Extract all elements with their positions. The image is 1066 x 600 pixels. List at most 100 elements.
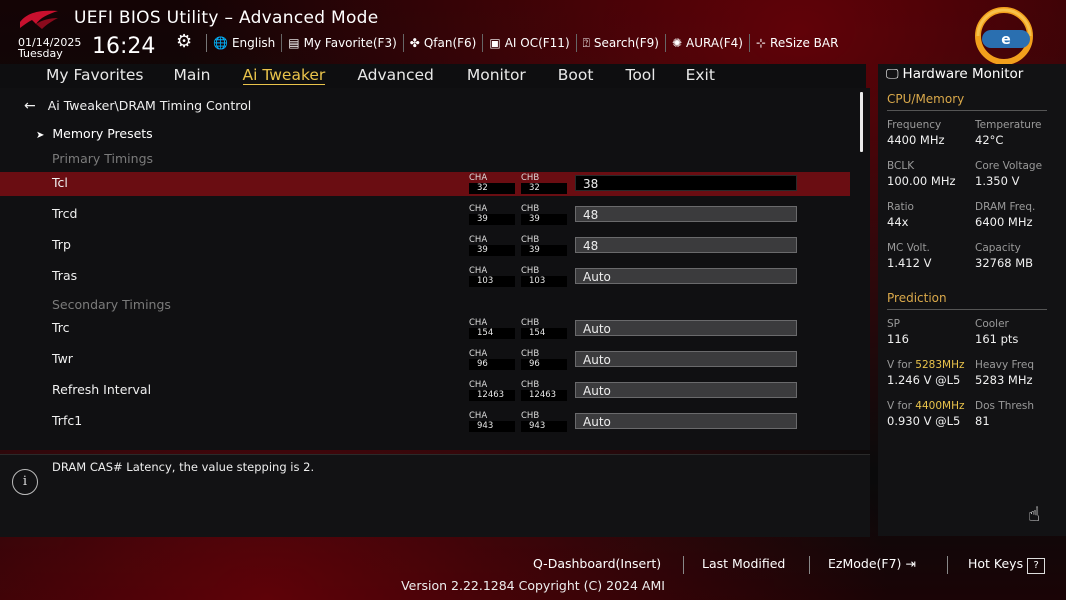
- toolbar-favorite-button[interactable]: ▤ My Favorite(F3): [281, 34, 402, 52]
- v-for-freq-value: 1.246 V @L5: [887, 373, 961, 387]
- timing-row-twr[interactable]: Twr CHA 96 CHB 96 Auto: [0, 348, 850, 372]
- toolbar-label: AI OC(F11): [504, 36, 570, 50]
- timing-value-input[interactable]: 48: [575, 237, 797, 253]
- hot-keys-button[interactable]: Hot Keys?: [968, 556, 1046, 574]
- clock: 16:24: [92, 34, 156, 59]
- date-display: 01/14/2025 Tuesday: [18, 37, 81, 59]
- hw-value: 44x: [887, 215, 909, 229]
- timing-label: Tras: [52, 268, 78, 283]
- toolbar-search-button[interactable]: ⍰ Search(F9): [575, 34, 665, 52]
- channel-b: CHB 39: [521, 204, 567, 225]
- chb-label: CHB: [521, 173, 540, 183]
- toolbar-aura-button[interactable]: ✺ AURA(F4): [664, 34, 749, 52]
- channel-b: CHB 154: [521, 318, 567, 339]
- ezmode-button[interactable]: EzMode(F7) ⇥: [828, 556, 916, 571]
- help-key-icon: ?: [1027, 558, 1046, 574]
- hw-value: 1.350 V: [975, 174, 1020, 188]
- v-for-freq2-value: 0.930 V @L5: [887, 414, 961, 428]
- timing-row-trcd[interactable]: Trcd CHA 39 CHB 39 48: [0, 203, 850, 227]
- chb-label: CHB: [521, 204, 540, 214]
- cha-value: 103: [469, 276, 515, 287]
- section-secondary-timings: Secondary Timings: [52, 297, 171, 312]
- watermark-logo: e: [975, 7, 1033, 65]
- tab-main[interactable]: Main: [174, 64, 211, 88]
- breadcrumb-text: Ai Tweaker\DRAM Timing Control: [47, 98, 252, 113]
- q-dashboard-button[interactable]: Q-Dashboard(Insert): [533, 556, 661, 571]
- timing-value-input[interactable]: 48: [575, 206, 797, 222]
- toolbar-ai-chip-button[interactable]: ▣ AI OC(F11): [482, 34, 575, 52]
- timing-value-input[interactable]: Auto: [575, 382, 797, 398]
- settings-panel: ← Ai Tweaker\DRAM Timing Control ➤ Memory …: [0, 88, 870, 450]
- memory-presets-item[interactable]: ➤ Memory Presets: [36, 126, 153, 141]
- chb-value: 12463: [521, 390, 567, 401]
- memory-presets-label: Memory Presets: [52, 126, 153, 141]
- toolbar-resize-bar-button[interactable]: ⊹ ReSize BAR: [748, 34, 844, 52]
- channel-b: CHB 943: [521, 411, 567, 432]
- toolbar-label: My Favorite(F3): [303, 36, 397, 50]
- back-arrow-icon[interactable]: ←: [24, 98, 36, 114]
- header: UEFI BIOS Utility – Advanced Mode 01/14/…: [0, 0, 1066, 65]
- cha-label: CHA: [469, 173, 488, 183]
- cha-value: 96: [469, 359, 515, 370]
- timing-value-input[interactable]: Auto: [575, 351, 797, 367]
- cooler-value: 161 pts: [975, 332, 1019, 346]
- help-panel: i DRAM CAS# Latency, the value stepping …: [0, 454, 870, 537]
- timing-row-trfc1[interactable]: Trfc1 CHA 943 CHB 943 Auto: [0, 410, 850, 434]
- tab-monitor[interactable]: Monitor: [467, 64, 526, 88]
- toolbar-fan-button[interactable]: ✤ Qfan(F6): [402, 34, 483, 52]
- divider: [887, 110, 1047, 111]
- rog-logo: [20, 10, 58, 29]
- tab-exit[interactable]: Exit: [686, 64, 715, 88]
- cha-label: CHA: [469, 235, 488, 245]
- monitor-icon: 🖵: [886, 67, 899, 82]
- chb-label: CHB: [521, 411, 540, 421]
- gear-icon[interactable]: ⚙: [176, 31, 192, 52]
- timing-row-trc[interactable]: Trc CHA 154 CHB 154 Auto: [0, 317, 850, 341]
- timing-label: Trc: [52, 320, 70, 335]
- tab-tool[interactable]: Tool: [625, 64, 655, 88]
- fan-icon: ✤: [409, 36, 420, 50]
- tab-ai-tweaker[interactable]: Ai Tweaker: [242, 64, 326, 85]
- channel-b: CHB 96: [521, 349, 567, 370]
- footer: Q-Dashboard(Insert) Last Modified EzMode…: [0, 540, 1066, 600]
- timing-row-refresh-interval[interactable]: Refresh Interval CHA 12463 CHB 12463 Aut…: [0, 379, 850, 403]
- last-modified-button[interactable]: Last Modified: [702, 556, 785, 571]
- timing-row-trp[interactable]: Trp CHA 39 CHB 39 48: [0, 234, 850, 258]
- tab-my-favorites[interactable]: My Favorites: [46, 64, 144, 88]
- breadcrumb[interactable]: ← Ai Tweaker\DRAM Timing Control: [24, 98, 251, 114]
- v-for-freq2-label: V for 4400MHz: [887, 400, 965, 412]
- toolbar-label: ReSize BAR: [770, 36, 839, 50]
- hw-label: Frequency: [887, 119, 942, 131]
- cha-value: 32: [469, 183, 515, 194]
- tab-boot[interactable]: Boot: [558, 64, 594, 88]
- timing-value-input[interactable]: 38: [575, 175, 797, 191]
- cooler-label: Cooler: [975, 318, 1009, 330]
- timing-row-tras[interactable]: Tras CHA 103 CHB 103 Auto: [0, 265, 850, 289]
- toolbar-globe-button[interactable]: 🌐 English: [206, 34, 281, 52]
- timing-label: Trfc1: [52, 413, 83, 428]
- scrollbar[interactable]: [860, 92, 863, 152]
- cha-label: CHA: [469, 411, 488, 421]
- cha-label: CHA: [469, 349, 488, 359]
- timing-label: Twr: [52, 351, 73, 366]
- timing-row-tcl[interactable]: Tcl CHA 32 CHB 32 38: [0, 172, 850, 196]
- aura-icon: ✺: [671, 36, 683, 50]
- channel-a: CHA 12463: [469, 380, 515, 401]
- toolbar: 🌐 English ▤ My Favorite(F3) ✤ Qfan(F6) ▣ AI OC(…: [206, 34, 844, 52]
- help-text: DRAM CAS# Latency, the value stepping is…: [52, 460, 315, 474]
- ai-chip-icon: ▣: [489, 36, 501, 50]
- tab-advanced[interactable]: Advanced: [357, 64, 434, 88]
- separator: [683, 556, 684, 574]
- hw-value: 32768 MB: [975, 256, 1034, 270]
- sp-label: SP: [887, 318, 900, 330]
- hw-label: BCLK: [887, 160, 915, 172]
- hw-label: Core Voltage: [975, 160, 1043, 172]
- timing-value-input[interactable]: Auto: [575, 413, 797, 429]
- separator: [947, 556, 948, 574]
- channel-a: CHA 103: [469, 266, 515, 287]
- hw-label: DRAM Freq.: [975, 201, 1036, 213]
- timing-value-input[interactable]: Auto: [575, 320, 797, 336]
- timing-value-input[interactable]: Auto: [575, 268, 797, 284]
- hand-cursor-icon: ☝: [1028, 502, 1041, 526]
- cha-value: 39: [469, 245, 515, 256]
